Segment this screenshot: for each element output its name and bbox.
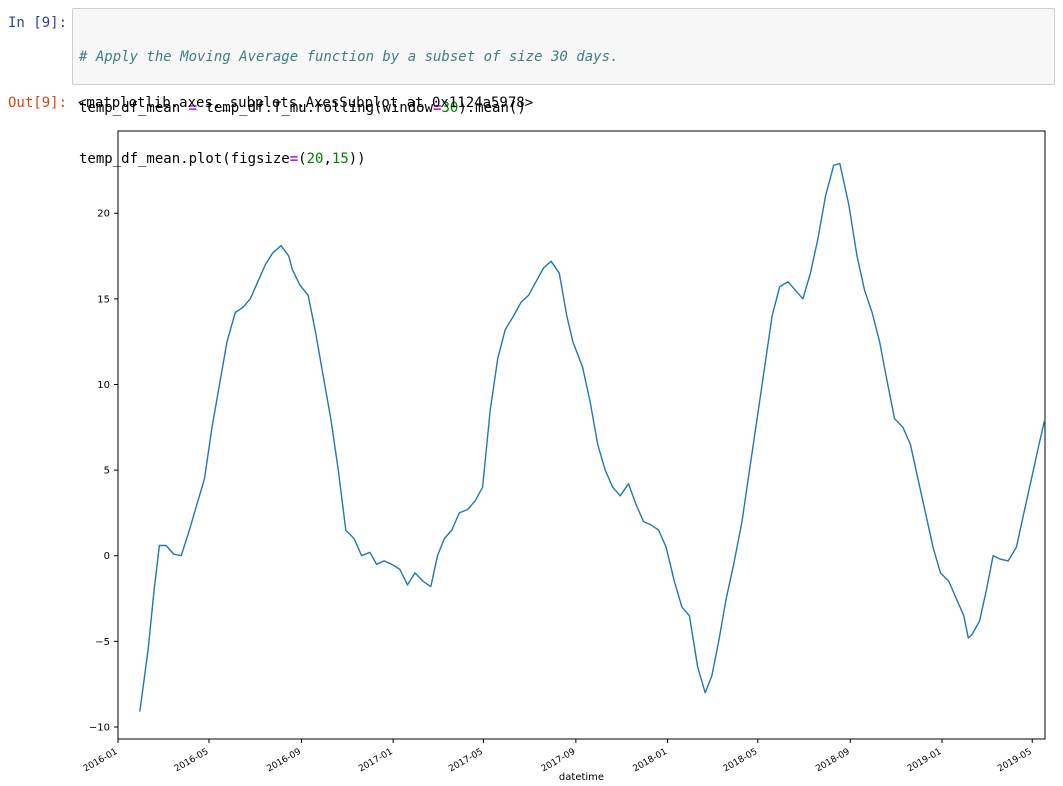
code-cell[interactable]: # Apply the Moving Average function by a… xyxy=(72,8,1055,167)
chart-series xyxy=(139,162,1046,712)
input-prompt: In [9]: xyxy=(8,15,68,31)
y-tick-label: 0 xyxy=(104,551,110,562)
x-tick-label: 2017-09 xyxy=(540,747,578,775)
x-tick-label: 2017-05 xyxy=(447,747,485,774)
series-line xyxy=(139,162,1046,712)
code-comment: # Apply the Moving Average function by a… xyxy=(79,49,619,65)
x-tick-label: 2016-09 xyxy=(265,747,303,775)
y-tick-label: 20 xyxy=(97,209,110,220)
x-tick-label: 2019-01 xyxy=(906,747,944,774)
y-tick-label: 5 xyxy=(104,466,110,477)
y-tick-label: 15 xyxy=(97,294,110,305)
x-tick-label: 2018-09 xyxy=(814,747,852,775)
x-tick-label: 2019-05 xyxy=(996,747,1034,774)
x-tick-label: 2018-01 xyxy=(632,747,670,774)
output-prompt: Out[9]: xyxy=(8,95,68,111)
line-chart: −10 −5 0 5 10 15 20 2016-01 2016-05 2016-09 2017-0… xyxy=(82,130,1046,783)
code-line-1: # Apply the Moving Average function by a… xyxy=(79,49,1048,66)
x-tick-label: 2016-05 xyxy=(173,747,211,774)
x-axis-label: datetime xyxy=(559,772,604,783)
x-tick-label: 2018-05 xyxy=(722,747,760,774)
x-tick-label: 2017-01 xyxy=(357,747,395,774)
x-tick-label: 2016-01 xyxy=(82,747,120,774)
y-tick-label: 10 xyxy=(97,380,110,391)
output-text: <matplotlib.axes._subplots.AxesSubplot a… xyxy=(78,95,534,111)
y-tick-label: −10 xyxy=(89,723,110,734)
y-tick-label: −5 xyxy=(95,637,110,648)
chart-ticks: −10 −5 0 5 10 15 20 2016-01 2016-05 2016-09 2017-0… xyxy=(82,209,1034,775)
